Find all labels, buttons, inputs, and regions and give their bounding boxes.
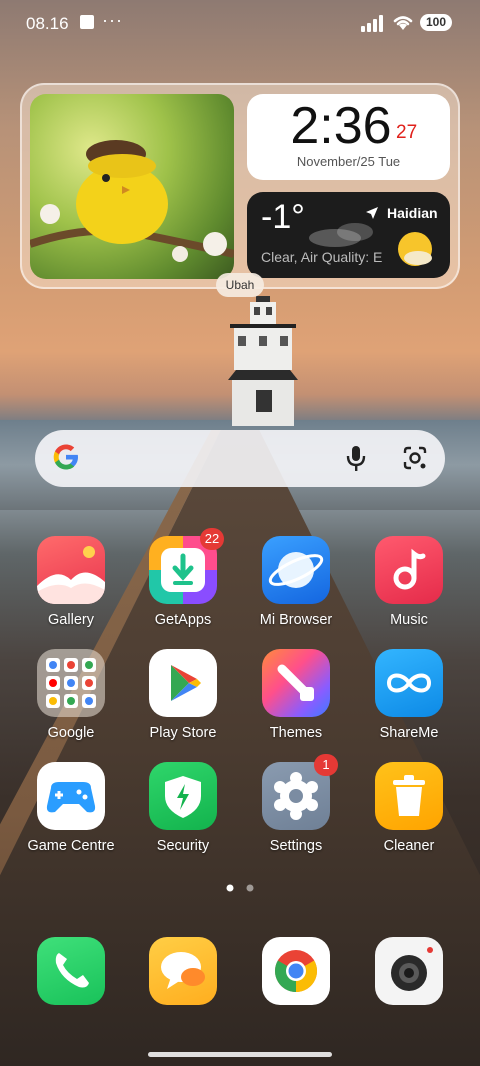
app-label: Themes bbox=[269, 725, 323, 741]
status-time: 08.16 bbox=[26, 14, 69, 33]
messaging-icon bbox=[149, 937, 217, 1005]
app-security[interactable]: Security bbox=[128, 762, 238, 854]
camera-icon bbox=[375, 937, 443, 1005]
app-folder-google[interactable]: Google bbox=[16, 649, 126, 741]
app-label: Google bbox=[47, 725, 95, 741]
app-label: Music bbox=[390, 612, 428, 628]
notification-badge: 22 bbox=[200, 528, 224, 550]
google-lens-icon[interactable] bbox=[402, 446, 428, 470]
mi-browser-icon bbox=[262, 536, 330, 604]
music-icon bbox=[375, 536, 443, 604]
app-label: Security bbox=[156, 838, 210, 854]
app-label: GetApps bbox=[154, 612, 212, 628]
google-folder-icon bbox=[37, 649, 105, 717]
wifi-icon bbox=[393, 16, 413, 30]
clock-date: November/25 Tue bbox=[296, 154, 401, 169]
signal-icon bbox=[361, 15, 383, 32]
app-label: Gallery bbox=[48, 612, 94, 628]
security-icon bbox=[149, 762, 217, 830]
location-arrow-icon bbox=[366, 207, 378, 219]
dock-camera[interactable] bbox=[354, 937, 464, 1005]
clock-seconds: 27 bbox=[396, 122, 418, 143]
weather-description: Clear, Air Quality: E bbox=[261, 249, 383, 265]
dock-messaging[interactable] bbox=[128, 937, 238, 1005]
cloud-icon bbox=[309, 223, 373, 247]
dock-chrome[interactable] bbox=[241, 937, 351, 1005]
app-themes[interactable]: Themes bbox=[241, 649, 351, 741]
home-gesture-bar[interactable] bbox=[148, 1052, 332, 1057]
edit-widget-button[interactable]: Ubah bbox=[216, 273, 264, 297]
dock-phone[interactable] bbox=[16, 937, 126, 1005]
themes-icon bbox=[262, 649, 330, 717]
app-shareme[interactable]: ShareMe bbox=[354, 649, 464, 741]
app-cleaner[interactable]: Cleaner bbox=[354, 762, 464, 854]
game-centre-icon bbox=[37, 762, 105, 830]
app-label: Play Store bbox=[149, 725, 217, 741]
cleaner-icon bbox=[375, 762, 443, 830]
google-search-bar[interactable] bbox=[35, 430, 445, 487]
location-name: Haidian bbox=[387, 205, 438, 221]
app-label: Cleaner bbox=[383, 838, 435, 854]
google-g-icon bbox=[53, 444, 78, 470]
app-gallery[interactable]: Gallery bbox=[16, 536, 126, 628]
clock-widget[interactable]: 2:36 27 November/25 Tue bbox=[247, 94, 450, 180]
page-indicator bbox=[226, 884, 254, 892]
photo-widget[interactable] bbox=[30, 94, 234, 279]
shareme-icon bbox=[375, 649, 443, 717]
more-notifications-icon: ··· bbox=[102, 10, 123, 30]
notification-icon bbox=[80, 15, 94, 29]
app-mi-browser[interactable]: Mi Browser bbox=[241, 536, 351, 628]
chrome-icon bbox=[262, 937, 330, 1005]
battery-indicator: 100 bbox=[420, 14, 452, 31]
app-label: Game Centre bbox=[27, 838, 115, 854]
gallery-icon bbox=[37, 536, 105, 604]
weather-widget[interactable]: -1° Haidian Clear, Air Quality: E bbox=[247, 192, 450, 278]
app-music[interactable]: Music bbox=[354, 536, 464, 628]
app-play-store[interactable]: Play Store bbox=[128, 649, 238, 741]
app-label: ShareMe bbox=[379, 725, 439, 741]
app-label: Mi Browser bbox=[259, 612, 333, 628]
phone-icon bbox=[37, 937, 105, 1005]
notification-badge: 1 bbox=[314, 754, 338, 776]
app-settings[interactable]: 1 Settings bbox=[241, 754, 351, 854]
bird-photo bbox=[30, 140, 234, 262]
app-game-centre[interactable]: Game Centre bbox=[16, 762, 126, 854]
sunny-weather-icon bbox=[398, 232, 432, 266]
microphone-icon[interactable] bbox=[346, 445, 366, 472]
play-store-icon bbox=[149, 649, 217, 717]
app-getapps[interactable]: 22 GetApps bbox=[128, 528, 238, 628]
temperature: -1° bbox=[261, 198, 305, 236]
wallpaper-lighthouse bbox=[228, 296, 298, 426]
app-label: Settings bbox=[269, 838, 323, 854]
